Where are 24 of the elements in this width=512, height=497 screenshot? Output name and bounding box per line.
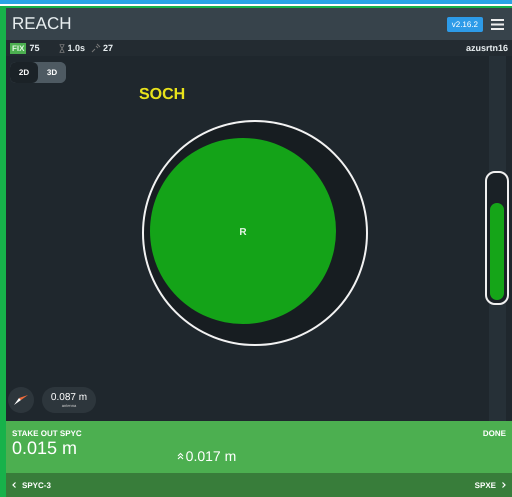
app-title: REACH bbox=[12, 14, 73, 34]
solution-value: 75 bbox=[29, 43, 40, 53]
horizontal-distance: 0.015 m bbox=[12, 438, 78, 460]
compass-icon bbox=[14, 395, 28, 405]
chevron-left-icon bbox=[12, 482, 16, 488]
point-name: SOCH bbox=[139, 86, 186, 104]
hourglass-icon bbox=[59, 44, 66, 52]
view-tab[interactable]: 2D bbox=[10, 62, 38, 83]
vertical-distance: 0.017 m bbox=[186, 448, 236, 464]
satellite-count: 27 bbox=[103, 43, 114, 53]
next-point-button[interactable]: SPXE bbox=[474, 480, 506, 490]
chevron-right-icon bbox=[502, 482, 506, 488]
double-chevron-up-icon bbox=[176, 452, 184, 460]
solution-badge: FIX bbox=[10, 42, 26, 54]
correction-age: 1.0s bbox=[67, 43, 85, 53]
previous-point-button[interactable]: SPYC-3 bbox=[12, 480, 51, 490]
base-name: azusrtn16 bbox=[466, 43, 508, 53]
compass-button[interactable] bbox=[8, 387, 34, 413]
antenna-height: 0.087 m bbox=[50, 392, 88, 403]
stakeout-title: STAKE OUT SPYC bbox=[12, 429, 83, 438]
rover-label: R bbox=[239, 227, 247, 238]
satellite-icon bbox=[91, 43, 101, 53]
menu-icon[interactable] bbox=[491, 18, 504, 30]
version-badge: v2.16.2 bbox=[446, 16, 483, 32]
